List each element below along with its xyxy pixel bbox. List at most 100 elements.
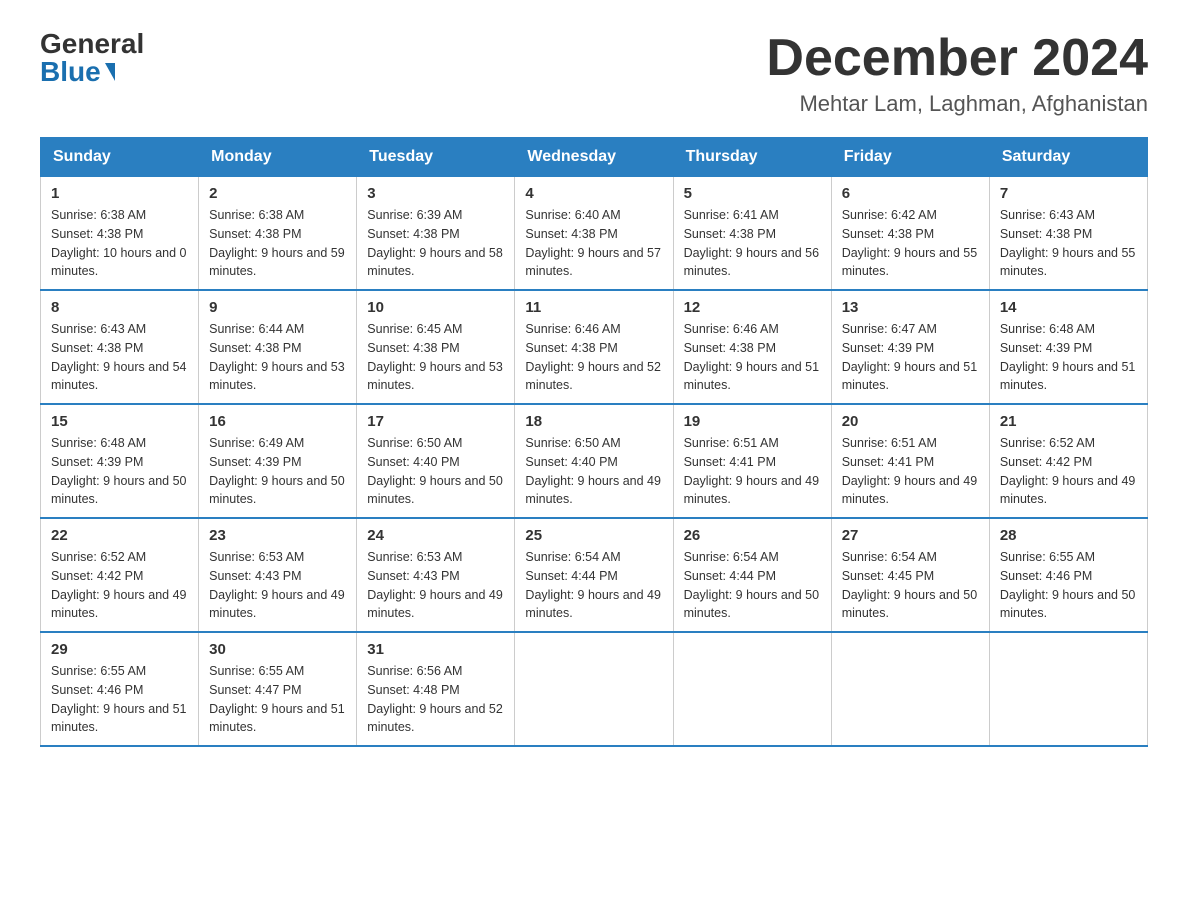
logo-blue-text: Blue (40, 58, 115, 86)
day-info: Sunrise: 6:48 AMSunset: 4:39 PMDaylight:… (51, 434, 188, 509)
calendar-day-cell: 2 Sunrise: 6:38 AMSunset: 4:38 PMDayligh… (199, 177, 357, 291)
day-number: 23 (209, 527, 346, 544)
day-number: 17 (367, 413, 504, 430)
calendar-header-row: SundayMondayTuesdayWednesdayThursdayFrid… (41, 138, 1148, 177)
day-info: Sunrise: 6:53 AMSunset: 4:43 PMDaylight:… (209, 548, 346, 623)
day-info: Sunrise: 6:55 AMSunset: 4:46 PMDaylight:… (51, 662, 188, 737)
day-info: Sunrise: 6:46 AMSunset: 4:38 PMDaylight:… (525, 320, 662, 395)
day-info: Sunrise: 6:42 AMSunset: 4:38 PMDaylight:… (842, 206, 979, 281)
day-number: 9 (209, 299, 346, 316)
day-number: 15 (51, 413, 188, 430)
calendar-day-cell (831, 632, 989, 746)
day-number: 20 (842, 413, 979, 430)
calendar-day-cell: 20 Sunrise: 6:51 AMSunset: 4:41 PMDaylig… (831, 404, 989, 518)
day-info: Sunrise: 6:46 AMSunset: 4:38 PMDaylight:… (684, 320, 821, 395)
day-number: 11 (525, 299, 662, 316)
day-number: 7 (1000, 185, 1137, 202)
calendar-day-cell: 11 Sunrise: 6:46 AMSunset: 4:38 PMDaylig… (515, 290, 673, 404)
day-info: Sunrise: 6:50 AMSunset: 4:40 PMDaylight:… (525, 434, 662, 509)
calendar-day-cell (989, 632, 1147, 746)
day-number: 18 (525, 413, 662, 430)
calendar-day-cell: 27 Sunrise: 6:54 AMSunset: 4:45 PMDaylig… (831, 518, 989, 632)
day-number: 4 (525, 185, 662, 202)
calendar-day-cell: 24 Sunrise: 6:53 AMSunset: 4:43 PMDaylig… (357, 518, 515, 632)
day-of-week-header: Sunday (41, 138, 199, 177)
calendar-week-row: 15 Sunrise: 6:48 AMSunset: 4:39 PMDaylig… (41, 404, 1148, 518)
calendar-week-row: 1 Sunrise: 6:38 AMSunset: 4:38 PMDayligh… (41, 177, 1148, 291)
day-of-week-header: Wednesday (515, 138, 673, 177)
calendar-day-cell: 1 Sunrise: 6:38 AMSunset: 4:38 PMDayligh… (41, 177, 199, 291)
day-number: 16 (209, 413, 346, 430)
day-info: Sunrise: 6:43 AMSunset: 4:38 PMDaylight:… (51, 320, 188, 395)
day-info: Sunrise: 6:40 AMSunset: 4:38 PMDaylight:… (525, 206, 662, 281)
day-number: 22 (51, 527, 188, 544)
calendar-week-row: 22 Sunrise: 6:52 AMSunset: 4:42 PMDaylig… (41, 518, 1148, 632)
day-info: Sunrise: 6:51 AMSunset: 4:41 PMDaylight:… (684, 434, 821, 509)
calendar-week-row: 29 Sunrise: 6:55 AMSunset: 4:46 PMDaylig… (41, 632, 1148, 746)
day-number: 30 (209, 641, 346, 658)
title-block: December 2024 Mehtar Lam, Laghman, Afgha… (766, 30, 1148, 117)
calendar-day-cell: 31 Sunrise: 6:56 AMSunset: 4:48 PMDaylig… (357, 632, 515, 746)
day-info: Sunrise: 6:54 AMSunset: 4:45 PMDaylight:… (842, 548, 979, 623)
day-of-week-header: Monday (199, 138, 357, 177)
calendar-day-cell: 30 Sunrise: 6:55 AMSunset: 4:47 PMDaylig… (199, 632, 357, 746)
day-info: Sunrise: 6:53 AMSunset: 4:43 PMDaylight:… (367, 548, 504, 623)
logo-triangle-icon (105, 63, 115, 81)
calendar-day-cell: 23 Sunrise: 6:53 AMSunset: 4:43 PMDaylig… (199, 518, 357, 632)
calendar-day-cell: 26 Sunrise: 6:54 AMSunset: 4:44 PMDaylig… (673, 518, 831, 632)
day-info: Sunrise: 6:54 AMSunset: 4:44 PMDaylight:… (525, 548, 662, 623)
day-info: Sunrise: 6:38 AMSunset: 4:38 PMDaylight:… (209, 206, 346, 281)
day-number: 12 (684, 299, 821, 316)
day-info: Sunrise: 6:54 AMSunset: 4:44 PMDaylight:… (684, 548, 821, 623)
location-subtitle: Mehtar Lam, Laghman, Afghanistan (766, 91, 1148, 117)
day-number: 13 (842, 299, 979, 316)
day-info: Sunrise: 6:52 AMSunset: 4:42 PMDaylight:… (1000, 434, 1137, 509)
calendar-day-cell: 22 Sunrise: 6:52 AMSunset: 4:42 PMDaylig… (41, 518, 199, 632)
day-info: Sunrise: 6:48 AMSunset: 4:39 PMDaylight:… (1000, 320, 1137, 395)
day-number: 10 (367, 299, 504, 316)
day-number: 26 (684, 527, 821, 544)
calendar-day-cell: 21 Sunrise: 6:52 AMSunset: 4:42 PMDaylig… (989, 404, 1147, 518)
day-of-week-header: Friday (831, 138, 989, 177)
calendar-day-cell: 5 Sunrise: 6:41 AMSunset: 4:38 PMDayligh… (673, 177, 831, 291)
day-number: 1 (51, 185, 188, 202)
day-number: 25 (525, 527, 662, 544)
calendar-day-cell: 3 Sunrise: 6:39 AMSunset: 4:38 PMDayligh… (357, 177, 515, 291)
calendar-day-cell: 16 Sunrise: 6:49 AMSunset: 4:39 PMDaylig… (199, 404, 357, 518)
day-info: Sunrise: 6:43 AMSunset: 4:38 PMDaylight:… (1000, 206, 1137, 281)
day-info: Sunrise: 6:49 AMSunset: 4:39 PMDaylight:… (209, 434, 346, 509)
day-of-week-header: Tuesday (357, 138, 515, 177)
calendar-day-cell: 28 Sunrise: 6:55 AMSunset: 4:46 PMDaylig… (989, 518, 1147, 632)
calendar-day-cell: 19 Sunrise: 6:51 AMSunset: 4:41 PMDaylig… (673, 404, 831, 518)
calendar-day-cell: 29 Sunrise: 6:55 AMSunset: 4:46 PMDaylig… (41, 632, 199, 746)
day-number: 14 (1000, 299, 1137, 316)
day-number: 28 (1000, 527, 1137, 544)
calendar-day-cell: 10 Sunrise: 6:45 AMSunset: 4:38 PMDaylig… (357, 290, 515, 404)
page-header: General Blue December 2024 Mehtar Lam, L… (40, 30, 1148, 117)
calendar-day-cell: 7 Sunrise: 6:43 AMSunset: 4:38 PMDayligh… (989, 177, 1147, 291)
calendar-day-cell: 6 Sunrise: 6:42 AMSunset: 4:38 PMDayligh… (831, 177, 989, 291)
day-info: Sunrise: 6:51 AMSunset: 4:41 PMDaylight:… (842, 434, 979, 509)
day-number: 8 (51, 299, 188, 316)
day-info: Sunrise: 6:50 AMSunset: 4:40 PMDaylight:… (367, 434, 504, 509)
logo-general-text: General (40, 30, 144, 58)
day-number: 31 (367, 641, 504, 658)
day-info: Sunrise: 6:38 AMSunset: 4:38 PMDaylight:… (51, 206, 188, 281)
day-info: Sunrise: 6:45 AMSunset: 4:38 PMDaylight:… (367, 320, 504, 395)
calendar-table: SundayMondayTuesdayWednesdayThursdayFrid… (40, 137, 1148, 747)
calendar-day-cell: 18 Sunrise: 6:50 AMSunset: 4:40 PMDaylig… (515, 404, 673, 518)
day-info: Sunrise: 6:52 AMSunset: 4:42 PMDaylight:… (51, 548, 188, 623)
day-number: 21 (1000, 413, 1137, 430)
day-number: 29 (51, 641, 188, 658)
day-number: 6 (842, 185, 979, 202)
calendar-day-cell: 8 Sunrise: 6:43 AMSunset: 4:38 PMDayligh… (41, 290, 199, 404)
calendar-day-cell (673, 632, 831, 746)
calendar-day-cell: 9 Sunrise: 6:44 AMSunset: 4:38 PMDayligh… (199, 290, 357, 404)
day-info: Sunrise: 6:39 AMSunset: 4:38 PMDaylight:… (367, 206, 504, 281)
day-number: 5 (684, 185, 821, 202)
day-info: Sunrise: 6:55 AMSunset: 4:47 PMDaylight:… (209, 662, 346, 737)
day-info: Sunrise: 6:56 AMSunset: 4:48 PMDaylight:… (367, 662, 504, 737)
day-info: Sunrise: 6:55 AMSunset: 4:46 PMDaylight:… (1000, 548, 1137, 623)
day-number: 2 (209, 185, 346, 202)
day-number: 3 (367, 185, 504, 202)
